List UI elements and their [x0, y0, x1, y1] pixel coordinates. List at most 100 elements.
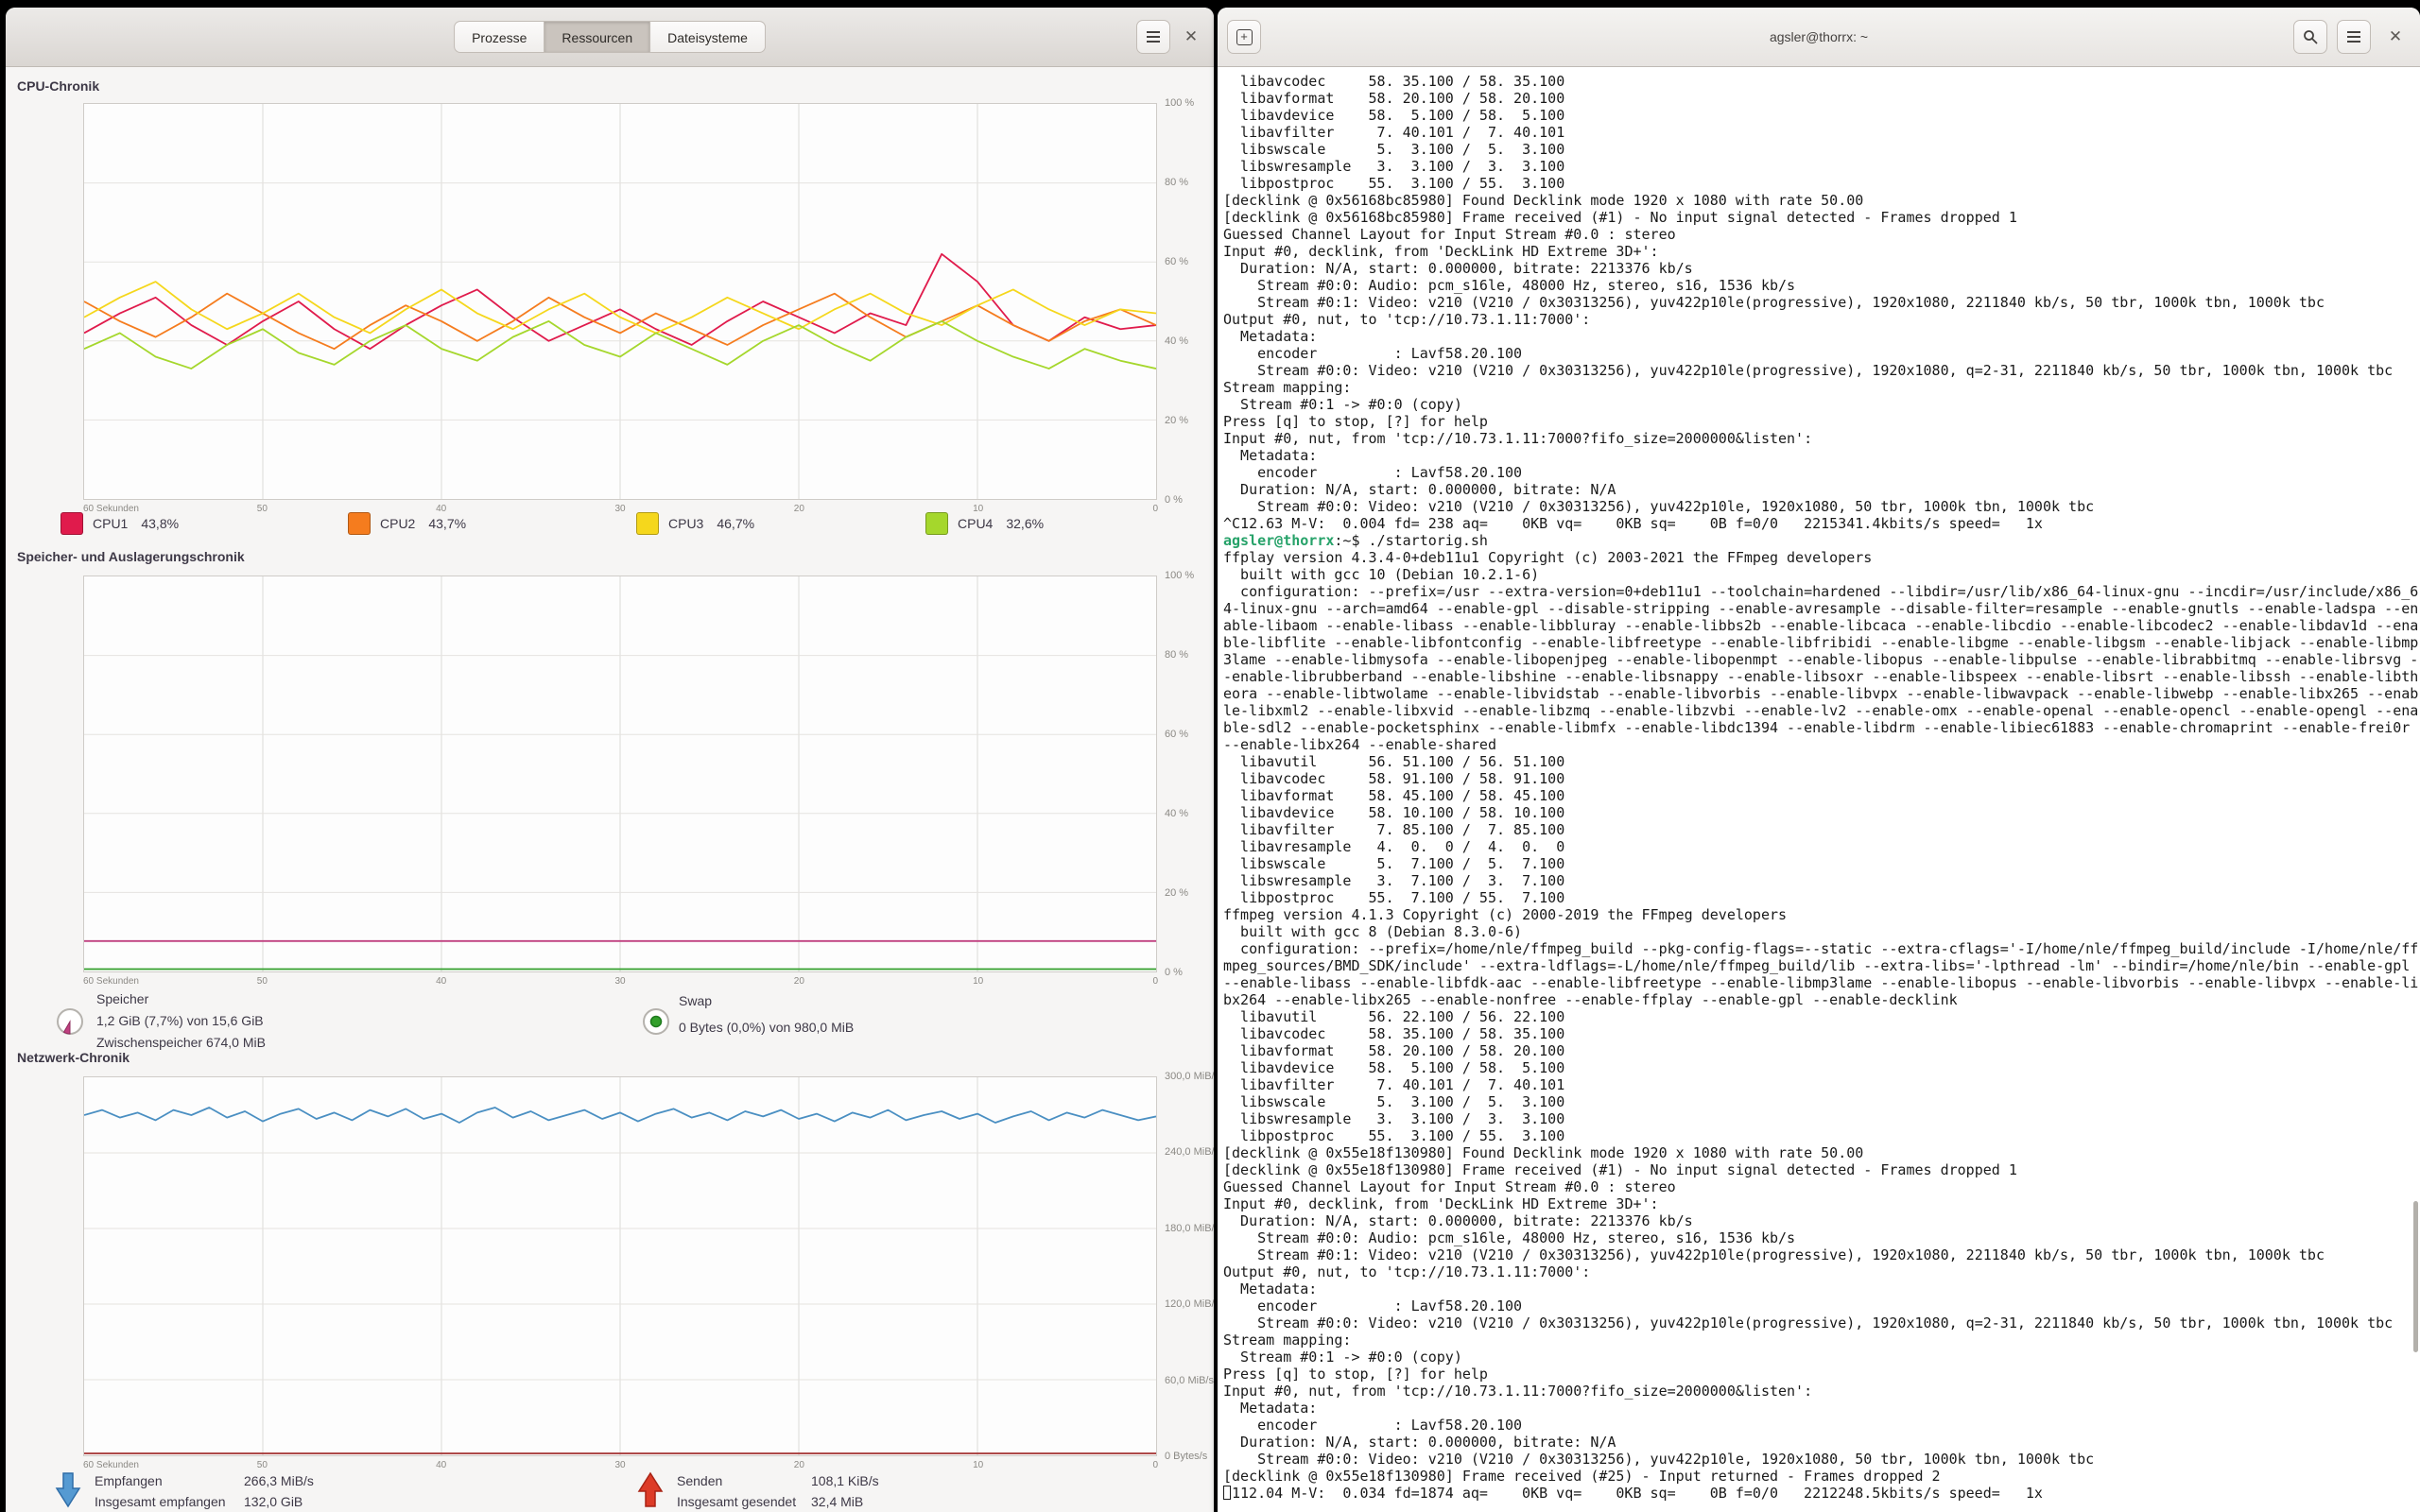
swap-title: Swap [679, 993, 712, 1008]
swap-legend: Swap 0 Bytes (0,0%) von 980,0 MiB [641, 993, 1170, 1059]
terminal-line: Duration: N/A, start: 0.000000, bitrate:… [1223, 260, 2420, 277]
terminal-prompt: agsler@thorrx [1223, 532, 1334, 549]
desktop: Prozesse Ressourcen Dateisysteme ✕ CPU-C… [0, 0, 2420, 1512]
y-axis-label: 80 % [1165, 649, 1188, 661]
x-axis-label: 10 [973, 976, 983, 987]
terminal-close-button[interactable]: ✕ [2378, 20, 2412, 54]
y-axis-label: 60 % [1165, 729, 1188, 740]
terminal-line: [decklink @ 0x56168bc85980] Frame receiv… [1223, 209, 2420, 226]
terminal-line: Duration: N/A, start: 0.000000, bitrate:… [1223, 1434, 2420, 1451]
terminal-line: libswscale 5. 3.100 / 5. 3.100 [1223, 141, 2420, 158]
terminal-line: libpostproc 55. 7.100 / 55. 7.100 [1223, 889, 2420, 906]
tab-ressourcen[interactable]: Ressourcen [544, 21, 650, 53]
terminal-titlebar[interactable]: agsler@thorrx: ~ + ✕ [1218, 8, 2420, 67]
terminal-line: libavformat 58. 20.100 / 58. 20.100 [1223, 90, 2420, 107]
tab-dateisysteme[interactable]: Dateisysteme [650, 21, 766, 53]
resources-view: CPU-Chronik 100 %80 %60 %40 %20 %0 % 60 … [6, 67, 1214, 1512]
terminal-window: agsler@thorrx: ~ + ✕ libavcodec 58. 35.1… [1218, 8, 2420, 1512]
terminal-line: libswresample 3. 3.100 / 3. 3.100 [1223, 1110, 2420, 1127]
terminal-line: libswscale 5. 7.100 / 5. 7.100 [1223, 855, 2420, 872]
terminal-line: libavformat 58. 45.100 / 58. 45.100 [1223, 787, 2420, 804]
memory-chart [83, 576, 1157, 972]
cpu2-label: CPU2 [380, 516, 415, 531]
memory-y-axis: 100 %80 %60 %40 %20 %0 % [1165, 576, 1214, 972]
terminal-line: encoder : Lavf58.20.100 [1223, 1297, 2420, 1314]
terminal-line: libavcodec 58. 35.100 / 58. 35.100 [1223, 1025, 2420, 1042]
terminal-line: libavdevice 58. 10.100 / 58. 10.100 [1223, 804, 2420, 821]
y-axis-label: 20 % [1165, 887, 1188, 899]
y-axis-label: 0 % [1165, 494, 1183, 506]
terminal-menu-button[interactable] [2337, 20, 2371, 54]
x-axis-label: 50 [257, 1460, 268, 1470]
terminal-line: Guessed Channel Layout for Input Stream … [1223, 1178, 2420, 1195]
terminal-line: eora --enable-libtwolame --enable-libvid… [1223, 685, 2420, 702]
terminal-line: 3lame --enable-libmysofa --enable-libope… [1223, 651, 2420, 668]
terminal-line: Press [q] to stop, [?] for help [1223, 1366, 2420, 1383]
terminal-line: libswscale 5. 3.100 / 5. 3.100 [1223, 1093, 2420, 1110]
menu-icon [1147, 36, 1160, 38]
terminal-line: Metadata: [1223, 447, 2420, 464]
new-tab-button[interactable]: + [1227, 20, 1261, 54]
terminal-line: Press [q] to stop, [?] for help [1223, 413, 2420, 430]
terminal-line: libavcodec 58. 35.100 / 58. 35.100 [1223, 73, 2420, 90]
y-axis-label: 0 % [1165, 967, 1183, 978]
terminal-line: libavdevice 58. 5.100 / 58. 5.100 [1223, 1059, 2420, 1076]
y-axis-label: 20 % [1165, 415, 1188, 426]
network-y-axis: 300,0 MiB/s240,0 MiB/s180,0 MiB/s120,0 M… [1165, 1076, 1214, 1456]
monitor-close-button[interactable]: ✕ [1174, 20, 1208, 54]
x-axis-label: 20 [794, 976, 804, 987]
terminal-line: 112.04 M-V: 0.034 fd=1874 aq= 0KB vq= 0K… [1223, 1485, 2420, 1502]
terminal-scrollbar[interactable] [2413, 1201, 2418, 1352]
terminal-line: 4-linux-gnu --arch=amd64 --enable-gpl --… [1223, 600, 2420, 617]
terminal-line: Stream #0:0: Video: v210 (V210 / 0x30313… [1223, 498, 2420, 515]
terminal-line: Guessed Channel Layout for Input Stream … [1223, 226, 2420, 243]
swap-pie-icon [641, 1006, 671, 1037]
x-axis-label: 10 [973, 1460, 983, 1470]
x-axis-label: 30 [614, 976, 625, 987]
terminal-line: mpeg_sources/BMD_SDK/include' --extra-ld… [1223, 957, 2420, 974]
x-axis-label: 0 [1153, 504, 1159, 514]
cpu4-label: CPU4 [958, 516, 993, 531]
terminal-line: libavutil 56. 51.100 / 56. 51.100 [1223, 753, 2420, 770]
terminal-line: libavresample 4. 0. 0 / 4. 0. 0 [1223, 838, 2420, 855]
empfangen-total: 132,0 GiB [244, 1494, 302, 1509]
cpu2-swatch [348, 512, 371, 535]
cpu-chart [83, 103, 1157, 500]
x-axis-label: 20 [794, 1460, 804, 1470]
cpu-section-title: CPU-Chronik [17, 78, 99, 94]
monitor-menu-button[interactable] [1136, 20, 1170, 54]
terminal-line: Duration: N/A, start: 0.000000, bitrate:… [1223, 1212, 2420, 1229]
memory-x-axis: 60 Sekunden50403020100 [83, 974, 1157, 988]
speicher-title: Speicher [96, 991, 148, 1006]
y-axis-label: 80 % [1165, 177, 1188, 188]
terminal-search-button[interactable] [2293, 20, 2327, 54]
system-monitor-titlebar[interactable]: Prozesse Ressourcen Dateisysteme ✕ [6, 8, 1214, 67]
y-axis-label: 0 Bytes/s [1165, 1451, 1207, 1462]
terminal-line: ble-sdl2 --enable-pocketsphinx --enable-… [1223, 719, 2420, 736]
cpu4-legend: CPU4 32,6% [925, 511, 1044, 536]
terminal-screen[interactable]: libavcodec 58. 35.100 / 58. 35.100 libav… [1218, 67, 2420, 1512]
tab-prozesse[interactable]: Prozesse [454, 21, 544, 53]
x-axis-label: 50 [257, 976, 268, 987]
cpu3-legend: CPU3 46,7% [636, 511, 754, 536]
y-axis-label: 120,0 MiB/s [1165, 1298, 1214, 1310]
x-axis-label: 0 [1153, 976, 1159, 987]
cpu3-value: 46,7% [717, 516, 754, 531]
terminal-line: libavcodec 58. 91.100 / 58. 91.100 [1223, 770, 2420, 787]
empfangen-label: Empfangen [95, 1473, 163, 1488]
terminal-line: bx264 --enable-libx265 --enable-nonfree … [1223, 991, 2420, 1008]
terminal-line: --enable-libass --enable-libfdk-aac --en… [1223, 974, 2420, 991]
senden-total-label: Insgesamt gesendet [677, 1494, 796, 1509]
terminal-line: --enable-libx264 --enable-shared [1223, 736, 2420, 753]
terminal-line: Stream mapping: [1223, 379, 2420, 396]
terminal-line: libpostproc 55. 3.100 / 55. 3.100 [1223, 175, 2420, 192]
terminal-line: [decklink @ 0x55e18f130980] Frame receiv… [1223, 1161, 2420, 1178]
terminal-line: Stream #0:0: Audio: pcm_s16le, 48000 Hz,… [1223, 1229, 2420, 1246]
cpu-y-axis: 100 %80 %60 %40 %20 %0 % [1165, 103, 1214, 500]
terminal-line: ^C12.63 M-V: 0.004 fd= 238 aq= 0KB vq= 0… [1223, 515, 2420, 532]
cpu1-label: CPU1 [93, 516, 128, 531]
terminal-line: ble-libflite --enable-libfontconfig --en… [1223, 634, 2420, 651]
terminal-line: Stream #0:1: Video: v210 (V210 / 0x30313… [1223, 1246, 2420, 1263]
terminal-title: agsler@thorrx: ~ [1218, 8, 2420, 66]
y-axis-label: 180,0 MiB/s [1165, 1223, 1214, 1234]
